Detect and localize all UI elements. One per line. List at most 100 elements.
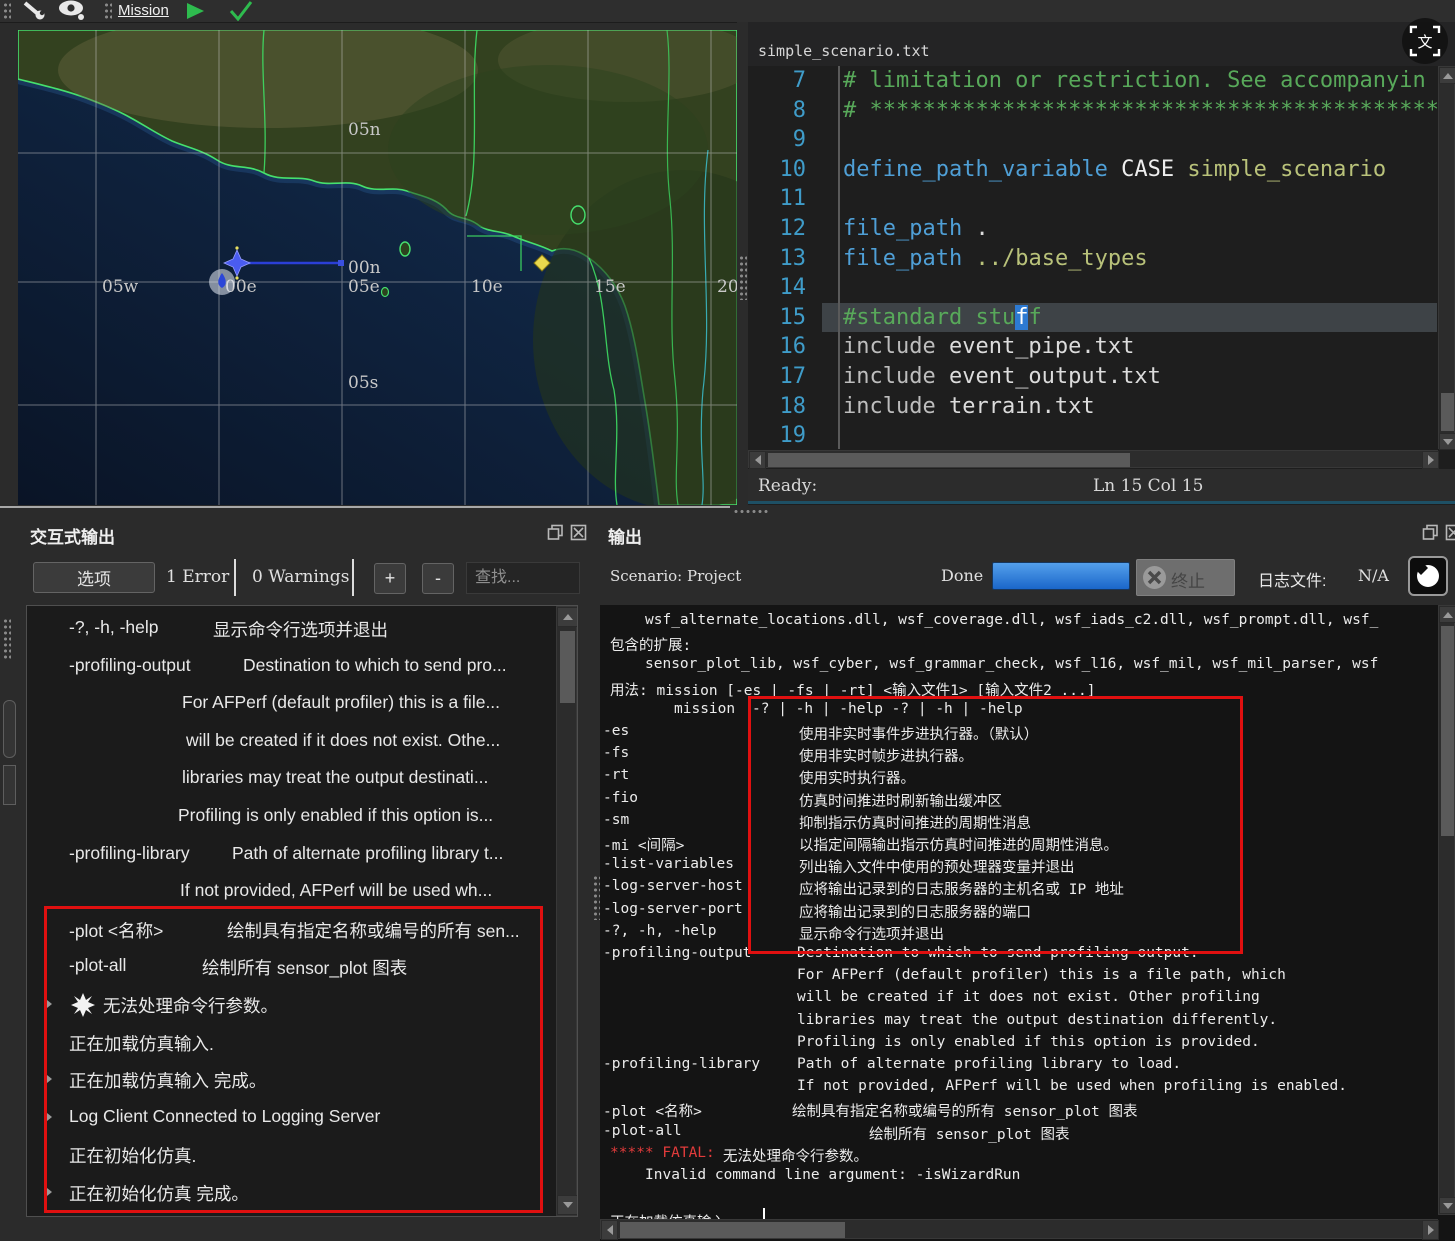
- editor-code-area[interactable]: 7# limitation or restriction. See accomp…: [748, 66, 1437, 449]
- zoom-in-button[interactable]: +: [374, 563, 406, 594]
- scroll-up-button[interactable]: [557, 607, 578, 627]
- code-text: include event_output.txt: [822, 362, 1437, 392]
- console-text: 包含的扩展:: [610, 634, 691, 655]
- scroll-up-button[interactable]: [1439, 67, 1455, 84]
- close-button[interactable]: [570, 524, 587, 546]
- map-canvas: 05n00n05s05w00e05e10e15e20e: [18, 30, 737, 505]
- log-text: 正在加载仿真输入.: [69, 1031, 214, 1056]
- island: [382, 288, 389, 297]
- terminate-button[interactable]: 终止: [1136, 559, 1235, 596]
- log-text: 正在初始化仿真 完成。: [69, 1181, 249, 1206]
- expand-arrow-icon[interactable]: [47, 1000, 52, 1008]
- map-editor-splitter[interactable]: [737, 22, 748, 505]
- log-line: -plot-all绘制所有 sensor_plot 图表: [27, 955, 577, 981]
- console-text: 绘制所有 sensor_plot 图表: [869, 1123, 1070, 1144]
- eye-icon: [56, 0, 88, 22]
- code-line: 17include event_output.txt: [748, 362, 1437, 392]
- output-vscrollbar[interactable]: [1438, 605, 1455, 1215]
- scroll-thumb[interactable]: [768, 453, 1130, 467]
- console-text: -?, -h, -help: [603, 923, 717, 939]
- log-circle-button[interactable]: [1408, 556, 1448, 596]
- zoom-out-button[interactable]: -: [422, 563, 454, 594]
- scroll-left-button[interactable]: [601, 1220, 618, 1240]
- output-console[interactable]: wsf_alternate_locations.dll, wsf_coverag…: [600, 605, 1455, 1241]
- log-text: Log Client Connected to Logging Server: [69, 1106, 380, 1127]
- log-text: Profiling is only enabled if this option…: [178, 805, 493, 826]
- log-line: If not provided, AFPerf will be used wh.…: [27, 880, 577, 906]
- scroll-up-button[interactable]: [1439, 606, 1455, 623]
- scroll-thumb[interactable]: [620, 1222, 845, 1238]
- console-line: [600, 1189, 1455, 1209]
- scroll-thumb[interactable]: [1441, 393, 1454, 431]
- dock-grip[interactable]: [3, 618, 11, 660]
- grid-label: 05n: [348, 120, 381, 140]
- log-text: 正在初始化仿真.: [69, 1143, 196, 1168]
- expand-arrow-icon[interactable]: [47, 1113, 52, 1121]
- bottom-panels-splitter[interactable]: [593, 515, 600, 1241]
- console-text: -sm: [603, 812, 629, 828]
- log-line: 正在初始化仿真 完成。: [27, 1181, 577, 1207]
- scroll-right-button[interactable]: [1422, 1220, 1439, 1240]
- tools-button[interactable]: [20, 0, 48, 22]
- line-number: 9: [748, 125, 822, 155]
- run-check-icon: [228, 1, 254, 21]
- code-line: 7# limitation or restriction. See accomp…: [748, 66, 1437, 96]
- log-line: Log Client Connected to Logging Server: [27, 1106, 577, 1132]
- waypoint-marker[interactable]: [338, 260, 344, 266]
- log-line: -?, -h, -help显示命令行选项并退出: [27, 617, 577, 643]
- log-text: Destination to which to send pro...: [243, 655, 507, 676]
- code-text: #standard stuff: [822, 303, 1437, 333]
- toolbar-grip[interactable]: [3, 2, 11, 20]
- options-button[interactable]: 选项: [33, 562, 155, 593]
- view-button[interactable]: [56, 0, 88, 22]
- float-button[interactable]: [1422, 524, 1439, 546]
- scroll-thumb[interactable]: [1441, 626, 1454, 836]
- float-button[interactable]: [547, 524, 564, 546]
- mission-menu[interactable]: Mission: [118, 1, 169, 21]
- expand-arrow-icon[interactable]: [47, 1075, 52, 1083]
- scroll-down-button[interactable]: [1439, 433, 1455, 450]
- log-vscrollbar[interactable]: [556, 606, 577, 1216]
- console-text: mission: [674, 701, 735, 717]
- log-line: Profiling is only enabled if this option…: [27, 805, 577, 831]
- run-button[interactable]: [186, 2, 206, 25]
- console-line: 包含的扩展:: [600, 634, 1455, 654]
- dock-handle[interactable]: [3, 700, 16, 758]
- scroll-down-button[interactable]: [557, 1195, 578, 1215]
- editor-vscrollbar[interactable]: [1438, 66, 1455, 449]
- scroll-right-button[interactable]: [1422, 451, 1439, 469]
- code-text: [822, 184, 1437, 214]
- code-line: 10define_path_variable CASE simple_scena…: [748, 155, 1437, 185]
- scroll-thumb[interactable]: [560, 631, 575, 703]
- console-line: -fs使用非实时帧步进执行器。: [600, 745, 1455, 765]
- map-view[interactable]: 05n00n05s05w00e05e10e15e20e: [18, 30, 737, 505]
- scroll-down-button[interactable]: [1439, 1197, 1455, 1214]
- log-text: -profiling-library: [69, 843, 190, 864]
- log-text: If not provided, AFPerf will be used wh.…: [180, 880, 492, 901]
- log-text: 无法处理命令行参数。: [103, 993, 278, 1018]
- log-line: 正在初始化仿真.: [27, 1143, 577, 1169]
- log-line: will be created if it does not exist. Ot…: [27, 730, 577, 756]
- search-input[interactable]: [466, 562, 580, 594]
- circle-doc-icon: [1415, 563, 1441, 589]
- close-button[interactable]: [1445, 524, 1455, 541]
- log-text: 正在加载仿真输入 完成。: [69, 1068, 266, 1093]
- code-line: 15#standard stuff: [748, 303, 1437, 333]
- console-text: 使用非实时帧步进执行器。: [799, 745, 973, 766]
- toolbar-grip[interactable]: [104, 2, 112, 20]
- dock-handle[interactable]: [3, 765, 16, 805]
- scroll-left-button[interactable]: [749, 451, 766, 469]
- console-text: -? | -h | -help -? | -h | -help: [752, 701, 1023, 717]
- scenario-label: Scenario: Project: [610, 567, 741, 585]
- translate-button[interactable]: 文: [1402, 18, 1448, 64]
- panels-splitter[interactable]: [0, 505, 1455, 515]
- console-line: ***** FATAL:无法处理命令行参数。: [600, 1145, 1455, 1165]
- error-count: 1 Error: [166, 567, 229, 587]
- interactive-output-log[interactable]: -?, -h, -help显示命令行选项并退出-profiling-output…: [26, 605, 578, 1217]
- log-line: 正在加载仿真输入.: [27, 1031, 577, 1057]
- output-hscrollbar[interactable]: [600, 1219, 1438, 1239]
- editor-hscrollbar[interactable]: [748, 450, 1438, 468]
- run-check-button[interactable]: [228, 1, 254, 26]
- expand-arrow-icon[interactable]: [47, 1188, 52, 1196]
- editor-tab[interactable]: simple_scenario.txt: [758, 42, 930, 60]
